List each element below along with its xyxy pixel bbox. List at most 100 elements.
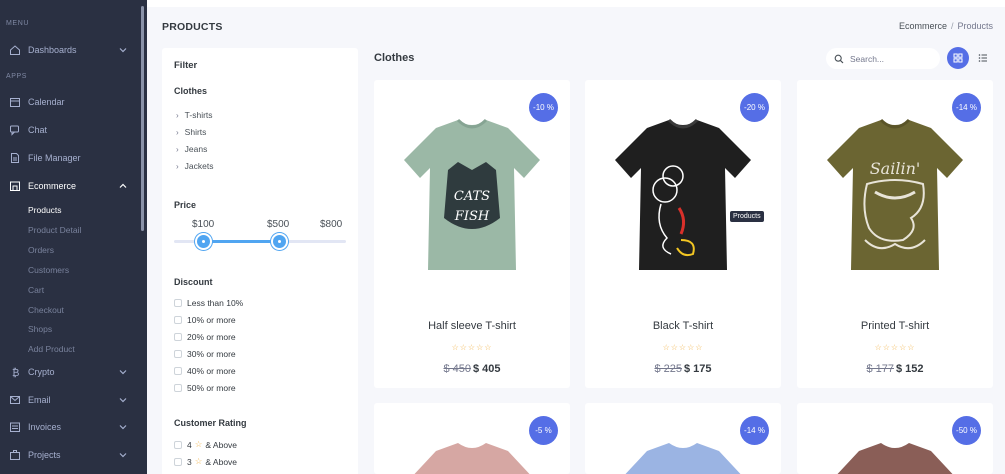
sidebar-sub-product-detail[interactable]: Product Detail bbox=[28, 225, 81, 235]
sidebar-sub-shops[interactable]: Shops bbox=[28, 324, 52, 334]
product-card[interactable]: -14 % bbox=[585, 403, 781, 474]
product-name[interactable]: Printed T-shirt bbox=[797, 320, 993, 332]
product-card[interactable]: -5 % bbox=[374, 403, 570, 474]
rating-stars: ☆☆☆☆☆ bbox=[451, 343, 493, 352]
home-icon bbox=[9, 44, 21, 56]
sidebar-item-dashboards[interactable]: Dashboards bbox=[0, 40, 138, 60]
tooltip: Products bbox=[730, 211, 764, 222]
sidebar-item-label: File Manager bbox=[28, 153, 81, 163]
product-card[interactable]: -10 % CATS FISH Half sleeve T-shirt ☆☆☆☆… bbox=[374, 80, 570, 388]
tshirt-image[interactable]: Sailin' bbox=[819, 108, 971, 283]
search-input[interactable] bbox=[850, 53, 930, 64]
checkbox[interactable] bbox=[174, 384, 182, 392]
rating-stars: ☆☆☆☆☆ bbox=[662, 343, 704, 352]
briefcase-icon bbox=[9, 449, 21, 461]
clothes-filter-title: Clothes bbox=[174, 86, 208, 96]
rating-option[interactable]: 4 ☆ & Above bbox=[174, 439, 237, 450]
chevron-down-icon bbox=[119, 370, 127, 375]
svg-text:CATS: CATS bbox=[454, 189, 490, 204]
grid-icon bbox=[953, 53, 963, 63]
price-slider-min-handle[interactable] bbox=[195, 233, 212, 250]
price-slider-max-handle[interactable] bbox=[271, 233, 288, 250]
svg-text:Sailin': Sailin' bbox=[870, 159, 921, 178]
calendar-icon bbox=[9, 96, 21, 108]
list-icon bbox=[978, 54, 987, 62]
sidebar-item-calendar[interactable]: Calendar bbox=[0, 92, 138, 112]
sidebar-item-label: Crypto bbox=[28, 367, 55, 377]
grid-view-button[interactable] bbox=[947, 47, 969, 69]
chevron-down-icon bbox=[119, 453, 127, 458]
sidebar-sub-cart[interactable]: Cart bbox=[28, 285, 44, 295]
discount-option[interactable]: 50% or more bbox=[174, 383, 236, 393]
sidebar-item-label: Invoices bbox=[28, 422, 62, 432]
product-name[interactable]: Black T-shirt bbox=[585, 320, 781, 332]
price-filter-title: Price bbox=[174, 200, 197, 210]
rating-option[interactable]: 3 ☆ & Above bbox=[174, 456, 237, 467]
receipt-icon bbox=[9, 421, 21, 433]
menu-section-title: MENU bbox=[6, 20, 30, 27]
search-box[interactable] bbox=[826, 48, 940, 69]
category-link-jeans[interactable]: › Jeans bbox=[176, 144, 207, 154]
search-icon bbox=[834, 54, 844, 63]
svg-text:₿: ₿ bbox=[12, 367, 19, 378]
chevron-right-icon: › bbox=[176, 128, 179, 137]
checkbox[interactable] bbox=[174, 299, 182, 307]
category-link-shirts[interactable]: › Shirts bbox=[176, 127, 206, 137]
new-price: $ 405 bbox=[473, 363, 501, 375]
product-card[interactable]: -20 % Black T-shirt ☆☆☆☆☆ $ 225 $ 175 bbox=[585, 80, 781, 388]
sidebar-sub-checkout[interactable]: Checkout bbox=[28, 305, 64, 315]
sidebar-scrollbar[interactable] bbox=[141, 6, 144, 231]
tshirt-image[interactable]: CATS FISH bbox=[396, 108, 548, 283]
tshirt-image[interactable] bbox=[396, 441, 548, 474]
category-link-jackets[interactable]: › Jackets bbox=[176, 161, 214, 171]
sidebar-sub-products[interactable]: Products bbox=[28, 205, 62, 215]
file-icon bbox=[9, 152, 21, 164]
sidebar-item-label: Ecommerce bbox=[28, 181, 77, 191]
filter-title: Filter bbox=[174, 60, 198, 71]
rating-filter-title: Customer Rating bbox=[174, 418, 247, 428]
sidebar-sub-add-product[interactable]: Add Product bbox=[28, 344, 75, 354]
product-card[interactable]: -50 % bbox=[797, 403, 993, 474]
product-card[interactable]: -14 % Sailin' Printed T-shirt ☆☆☆☆☆ $ 17… bbox=[797, 80, 993, 388]
discount-option[interactable]: 30% or more bbox=[174, 349, 236, 359]
sidebar-sub-orders[interactable]: Orders bbox=[28, 245, 54, 255]
tshirt-image[interactable] bbox=[607, 108, 759, 283]
list-view-button[interactable] bbox=[974, 47, 992, 69]
checkbox[interactable] bbox=[174, 440, 182, 449]
tshirt-image[interactable] bbox=[607, 441, 759, 474]
checkbox[interactable] bbox=[174, 367, 182, 375]
sidebar-sub-customers[interactable]: Customers bbox=[28, 265, 69, 275]
tshirt-image[interactable] bbox=[819, 441, 971, 474]
sidebar-item-label: Calendar bbox=[28, 97, 65, 107]
checkbox[interactable] bbox=[174, 316, 182, 324]
chevron-right-icon: › bbox=[176, 162, 179, 171]
breadcrumb-current: Products bbox=[957, 21, 993, 31]
breadcrumb: Ecommerce / Products bbox=[899, 21, 993, 31]
sidebar-item-email[interactable]: Email bbox=[0, 390, 138, 410]
sidebar: MENU Dashboards APPS Calendar Chat File … bbox=[0, 0, 147, 474]
product-name[interactable]: Half sleeve T-shirt bbox=[374, 320, 570, 332]
new-price: $ 175 bbox=[684, 363, 712, 375]
filter-panel: Filter Clothes › T-shirts › Shirts › Jeans … bbox=[162, 48, 358, 474]
chat-icon bbox=[9, 124, 21, 136]
sidebar-item-ecommerce[interactable]: Ecommerce bbox=[0, 176, 138, 196]
discount-option[interactable]: Less than 10% bbox=[174, 298, 243, 308]
checkbox[interactable] bbox=[174, 457, 182, 466]
checkbox[interactable] bbox=[174, 350, 182, 358]
checkbox[interactable] bbox=[174, 333, 182, 341]
product-price: $ 177 $ 152 bbox=[797, 363, 993, 375]
rating-stars: ☆☆☆☆☆ bbox=[874, 343, 916, 352]
sidebar-item-projects[interactable]: Projects bbox=[0, 445, 138, 465]
sidebar-item-chat[interactable]: Chat bbox=[0, 120, 138, 140]
discount-option[interactable]: 40% or more bbox=[174, 366, 236, 376]
new-price: $ 152 bbox=[896, 363, 924, 375]
sidebar-item-file-manager[interactable]: File Manager bbox=[0, 148, 138, 168]
breadcrumb-link-ecommerce[interactable]: Ecommerce bbox=[899, 21, 947, 31]
apps-section-title: APPS bbox=[6, 73, 28, 80]
discount-option[interactable]: 10% or more bbox=[174, 315, 236, 325]
sidebar-item-crypto[interactable]: ₿ Crypto bbox=[0, 362, 138, 382]
bitcoin-icon: ₿ bbox=[9, 366, 21, 379]
sidebar-item-invoices[interactable]: Invoices bbox=[0, 417, 138, 437]
discount-option[interactable]: 20% or more bbox=[174, 332, 236, 342]
category-link-tshirts[interactable]: › T-shirts bbox=[176, 110, 213, 120]
